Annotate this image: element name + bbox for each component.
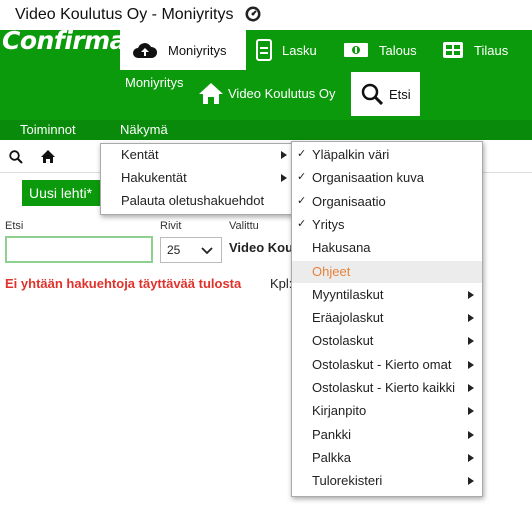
menu-item-field[interactable]: Ostolaskut - Kierto kaikki xyxy=(292,377,482,399)
search-input[interactable] xyxy=(5,236,153,263)
menu-item-field[interactable]: Eräajolaskut xyxy=(292,307,482,329)
home-icon xyxy=(199,83,223,104)
menu-toiminnot[interactable]: Toiminnot xyxy=(20,122,76,137)
tab-uusi-lehti[interactable]: Uusi lehti* xyxy=(22,180,100,206)
subtab-label: Etsi xyxy=(389,86,411,102)
menu-item-field[interactable]: Kirjanpito xyxy=(292,400,482,422)
submenu-arrow-icon xyxy=(468,477,474,486)
submenu-arrow-icon xyxy=(281,174,287,182)
home-icon[interactable] xyxy=(40,149,56,164)
document-icon xyxy=(256,39,272,61)
menu-item-label: Hakukentät xyxy=(121,170,187,185)
menu-item-field[interactable]: ✓ Yläpalkin väri xyxy=(292,144,482,166)
submenu-arrow-icon xyxy=(468,360,474,369)
no-results-message: Ei yhtään hakuehtoja täyttävää tulosta xyxy=(5,276,242,291)
menu-item-label: Hakusana xyxy=(312,240,371,256)
menu-item-field[interactable]: Ostolaskut - Kierto omat xyxy=(292,354,482,376)
speedometer-icon xyxy=(245,6,261,22)
submenu-arrow-icon xyxy=(468,407,474,416)
checkmark-icon: ✓ xyxy=(297,148,307,160)
tab-tilaus[interactable]: Tilaus xyxy=(442,30,508,70)
menu-item-label: Kirjanpito xyxy=(312,403,367,419)
subtab-label: Video Koulutus Oy xyxy=(228,85,336,101)
cloud-upload-icon xyxy=(133,43,158,58)
menu-item-field[interactable]: Tulorekisteri xyxy=(292,470,482,492)
checkmark-icon: ✓ xyxy=(297,194,307,207)
menu-item-label: Ostolaskut xyxy=(312,333,374,349)
search-label: Etsi xyxy=(5,220,24,232)
menu-item-label: Palauta oletushakuehdot xyxy=(121,193,265,208)
selected-company: Video Koul xyxy=(229,240,297,255)
menu-item-field[interactable]: Pankki xyxy=(292,424,482,446)
money-icon xyxy=(344,43,368,57)
subtab-etsi[interactable]: Etsi xyxy=(351,72,420,116)
menu-item-label: Pankki xyxy=(312,426,352,442)
menu-item-label: Myyntilaskut xyxy=(312,286,384,302)
submenu-arrow-icon xyxy=(468,314,474,323)
menu-item-label: Kentät xyxy=(121,147,159,162)
tab-label: Talous xyxy=(379,42,417,58)
menu-item-field[interactable]: ✓ Organisaatio xyxy=(292,191,482,213)
submenu-arrow-icon xyxy=(468,430,474,439)
confirma-logo: Confirma xyxy=(2,26,127,55)
search-icon xyxy=(361,83,383,105)
menu-item-label: Ohjeet xyxy=(312,263,351,279)
submenu-arrow-icon xyxy=(468,453,474,462)
submenu-arrow-icon xyxy=(468,384,474,392)
tab-talous[interactable]: Talous xyxy=(343,30,417,70)
menu-item-label: Ostolaskut - Kierto kaikki xyxy=(312,380,456,395)
menu-item-field[interactable]: Hakusana xyxy=(292,237,482,259)
menu-item-label: Organisaatio xyxy=(312,193,386,209)
tab-label: Tilaus xyxy=(474,42,509,58)
menu-item-field[interactable]: ✓ Organisaation kuva xyxy=(292,167,482,189)
menu-item-label: Organisaation kuva xyxy=(312,170,425,186)
menu-item-kentat[interactable]: Kentät xyxy=(101,144,297,166)
menu-item-label: Ostolaskut - Kierto omat xyxy=(312,356,452,372)
menu-item-palauta[interactable]: Palauta oletushakuehdot xyxy=(101,190,297,212)
menu-item-field[interactable]: Myyntilaskut xyxy=(292,284,482,306)
selected-label: Valittu xyxy=(229,220,259,232)
menu-item-label: Palkka xyxy=(312,449,352,465)
window-title: Video Koulutus Oy - Moniyritys xyxy=(15,6,234,23)
count-label: Kpl: xyxy=(270,276,293,291)
submenu-arrow-icon xyxy=(281,151,287,159)
menu-nakyma[interactable]: Näkymä xyxy=(120,122,168,137)
menu-item-field[interactable]: Palkka xyxy=(292,447,482,469)
checkmark-icon: ✓ xyxy=(297,171,307,184)
tab-label: Moniyritys xyxy=(168,42,227,58)
subtab-moniyritys[interactable]: Moniyritys xyxy=(125,75,184,90)
fields-menu: ✓ Yläpalkin väri ✓ Organisaation kuva ✓ Organ… xyxy=(291,141,483,497)
menu-item-label: Eräajolaskut xyxy=(312,310,384,326)
menu-item-field[interactable]: Ostolaskut xyxy=(292,330,482,352)
chevron-down-icon xyxy=(201,247,213,255)
view-menu: Kentät Hakukentät Palauta oletushakuehdo… xyxy=(100,143,298,215)
rows-select[interactable]: 25 xyxy=(160,237,222,263)
rows-label: Rivit xyxy=(160,220,182,232)
menu-item-field[interactable]: Ohjeet xyxy=(292,260,482,283)
grid-icon xyxy=(443,42,463,58)
menu-item-label: Tulorekisteri xyxy=(312,473,383,489)
menu-item-label: Yritys xyxy=(312,216,345,232)
checkmark-icon: ✓ xyxy=(297,217,307,230)
subtab-company[interactable]: Video Koulutus Oy xyxy=(198,78,335,108)
menu-item-hakukentat[interactable]: Hakukentät xyxy=(101,167,297,189)
submenu-arrow-icon xyxy=(468,337,474,346)
rows-value: 25 xyxy=(167,243,181,257)
tab-lasku[interactable]: Lasku xyxy=(256,30,317,70)
menu-item-label: Yläpalkin väri xyxy=(312,147,390,162)
menu-bar: Toiminnot Näkymä xyxy=(0,120,532,140)
tab-moniyritys[interactable]: Moniyritys xyxy=(120,30,246,70)
search-icon[interactable] xyxy=(9,150,23,164)
submenu-arrow-icon xyxy=(468,290,474,299)
tab-label: Lasku xyxy=(282,42,317,58)
menu-item-field[interactable]: ✓ Yritys xyxy=(292,214,482,236)
